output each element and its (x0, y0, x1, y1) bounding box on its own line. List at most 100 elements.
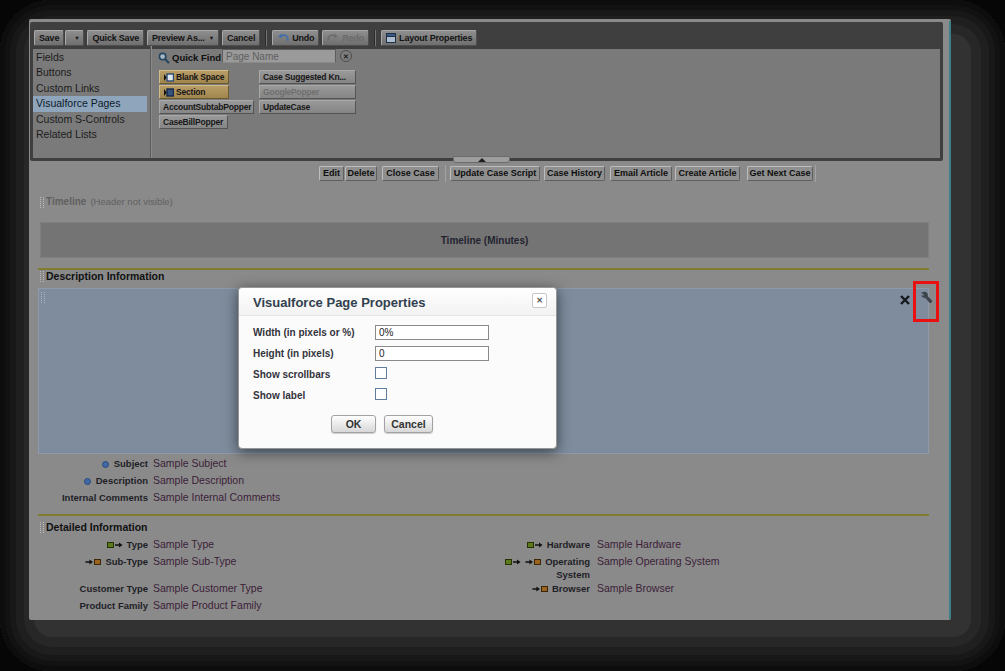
edit-button[interactable]: Edit (319, 166, 344, 181)
cancel-button[interactable]: Cancel (384, 415, 433, 433)
category-custom-s-controls[interactable]: Custom S-Controls (33, 112, 147, 127)
show-scrollbars-checkbox[interactable] (375, 367, 387, 379)
section-divider (38, 514, 929, 516)
show-scrollbars-label: Show scrollbars (253, 369, 330, 380)
category-buttons[interactable]: Buttons (33, 65, 147, 80)
palette-item-accountsubtabpopper[interactable]: AccountSubtabPopper (159, 100, 254, 114)
clear-icon[interactable]: ✕ (340, 50, 352, 62)
field-label: Type (40, 539, 148, 552)
button-separator (815, 165, 816, 182)
field-label: Operating System (480, 556, 590, 580)
palette-item-casebillpopper[interactable]: CaseBillPopper (159, 115, 228, 129)
drag-handle-icon[interactable] (40, 271, 44, 282)
create-article-button[interactable]: Create Article (675, 166, 740, 181)
palette-item-label: CaseBillPopper (163, 117, 223, 128)
section-icon (163, 88, 174, 97)
palette-item-label: Case Suggested Kn... (263, 72, 346, 83)
dependent-field-icon (525, 557, 541, 568)
controlling-field-icon (505, 557, 521, 568)
field-value: Sample Internal Comments (153, 492, 280, 504)
height-input[interactable] (375, 346, 489, 361)
palette-divider (150, 46, 152, 158)
category-fields[interactable]: Fields (33, 50, 147, 65)
remove-component-icon[interactable] (899, 292, 911, 310)
timeline-note: (Header not visible) (90, 196, 172, 207)
window-edge-accent (949, 21, 951, 619)
field-label: Description (40, 475, 148, 487)
controlling-field-icon (527, 540, 543, 551)
palette-item-updatecase[interactable]: UpdateCase (259, 100, 356, 114)
category-custom-links[interactable]: Custom Links (33, 81, 147, 96)
detailed-section-title: Detailed Information (46, 521, 148, 533)
annotation-highlight-box (913, 281, 939, 322)
toolbar-separator (374, 30, 376, 46)
redo-button[interactable]: Redo (322, 30, 369, 46)
field-label: Customer Type (40, 583, 148, 595)
field-value: Sample Description (153, 475, 244, 487)
preview-as-button[interactable]: Preview As...▼ (147, 30, 219, 46)
undo-icon (277, 33, 289, 43)
palette-item-blank-space[interactable]: Blank Space (159, 70, 229, 84)
category-visualforce-pages[interactable]: Visualforce Pages (33, 96, 147, 111)
chevron-down-icon: ▼ (209, 35, 214, 41)
field-label: Sub-Type (40, 556, 148, 569)
controlling-field-icon (107, 540, 123, 551)
timeline-bar-label: Timeline (Minutes) (441, 235, 529, 246)
toolbar: Save ▼ Quick Save Preview As...▼ Cancel … (34, 30, 477, 46)
width-input[interactable] (375, 325, 489, 340)
palette-item-section[interactable]: Section (159, 85, 229, 99)
palette-item-label: Section (176, 87, 205, 98)
redo-label: Redo (342, 33, 364, 43)
field-label: Hardware (480, 539, 590, 552)
description-section-title: Description Information (46, 270, 164, 282)
cancel-button[interactable]: Cancel (222, 30, 260, 46)
dependent-field-icon (532, 584, 548, 595)
delete-button[interactable]: Delete (345, 166, 377, 181)
save-dropdown-button[interactable]: ▼ (65, 30, 84, 46)
show-label-checkbox[interactable] (375, 388, 387, 400)
palette-collapse-tab[interactable] (453, 156, 510, 163)
get-next-case-button[interactable]: Get Next Case (747, 166, 813, 181)
collapse-arrow-icon (478, 158, 486, 162)
blank-space-icon (163, 73, 174, 82)
layout-properties-button[interactable]: Layout Properties (381, 30, 477, 46)
field-value: Sample Browser (597, 583, 674, 595)
update-case-script-button[interactable]: Update Case Script (450, 166, 540, 181)
field-value: Sample Hardware (597, 539, 681, 551)
drag-handle-icon[interactable] (41, 292, 45, 303)
dialog-title: Visualforce Page Properties (253, 295, 425, 310)
ok-button[interactable]: OK (331, 415, 376, 433)
field-label: Subject (40, 458, 148, 470)
field-value: Sample Sub-Type (153, 556, 236, 568)
timeline-component[interactable]: Timeline (Minutes) (40, 222, 929, 258)
undo-button[interactable]: Undo (272, 30, 319, 46)
palette-item-case-suggested[interactable]: Case Suggested Kn... (259, 70, 356, 84)
field-value: Sample Type (153, 539, 214, 551)
section-divider (38, 268, 929, 270)
email-article-button[interactable]: Email Article (610, 166, 672, 181)
undo-label: Undo (292, 33, 314, 43)
field-value: Sample Customer Type (153, 583, 263, 595)
search-icon (158, 50, 170, 68)
case-history-button[interactable]: Case History (544, 166, 605, 181)
quick-save-button[interactable]: Quick Save (87, 30, 144, 46)
show-label-label: Show label (253, 390, 305, 401)
field-value: Sample Subject (153, 458, 227, 470)
category-related-lists[interactable]: Related Lists (33, 127, 147, 142)
palette-item-label: UpdateCase (263, 102, 310, 113)
field-value: Sample Product Family (153, 600, 262, 612)
close-icon[interactable]: ✕ (532, 293, 547, 308)
timeline-section-title: Timeline(Header not visible) (46, 196, 173, 207)
drag-handle-icon[interactable] (40, 197, 44, 208)
save-button[interactable]: Save (34, 30, 64, 46)
width-label: Width (in pixels or %) (253, 327, 355, 338)
field-label: Product Family (40, 600, 148, 612)
quick-find-label: Quick Find (172, 52, 221, 63)
field-value: Sample Operating System (597, 556, 720, 568)
quick-find-input[interactable] (222, 49, 336, 63)
palette-item-googlepopper[interactable]: GooglePopper (259, 85, 356, 99)
layout-properties-label: Layout Properties (399, 33, 472, 43)
close-case-button[interactable]: Close Case (382, 166, 439, 181)
drag-handle-icon[interactable] (40, 522, 44, 533)
redo-icon (327, 33, 339, 43)
